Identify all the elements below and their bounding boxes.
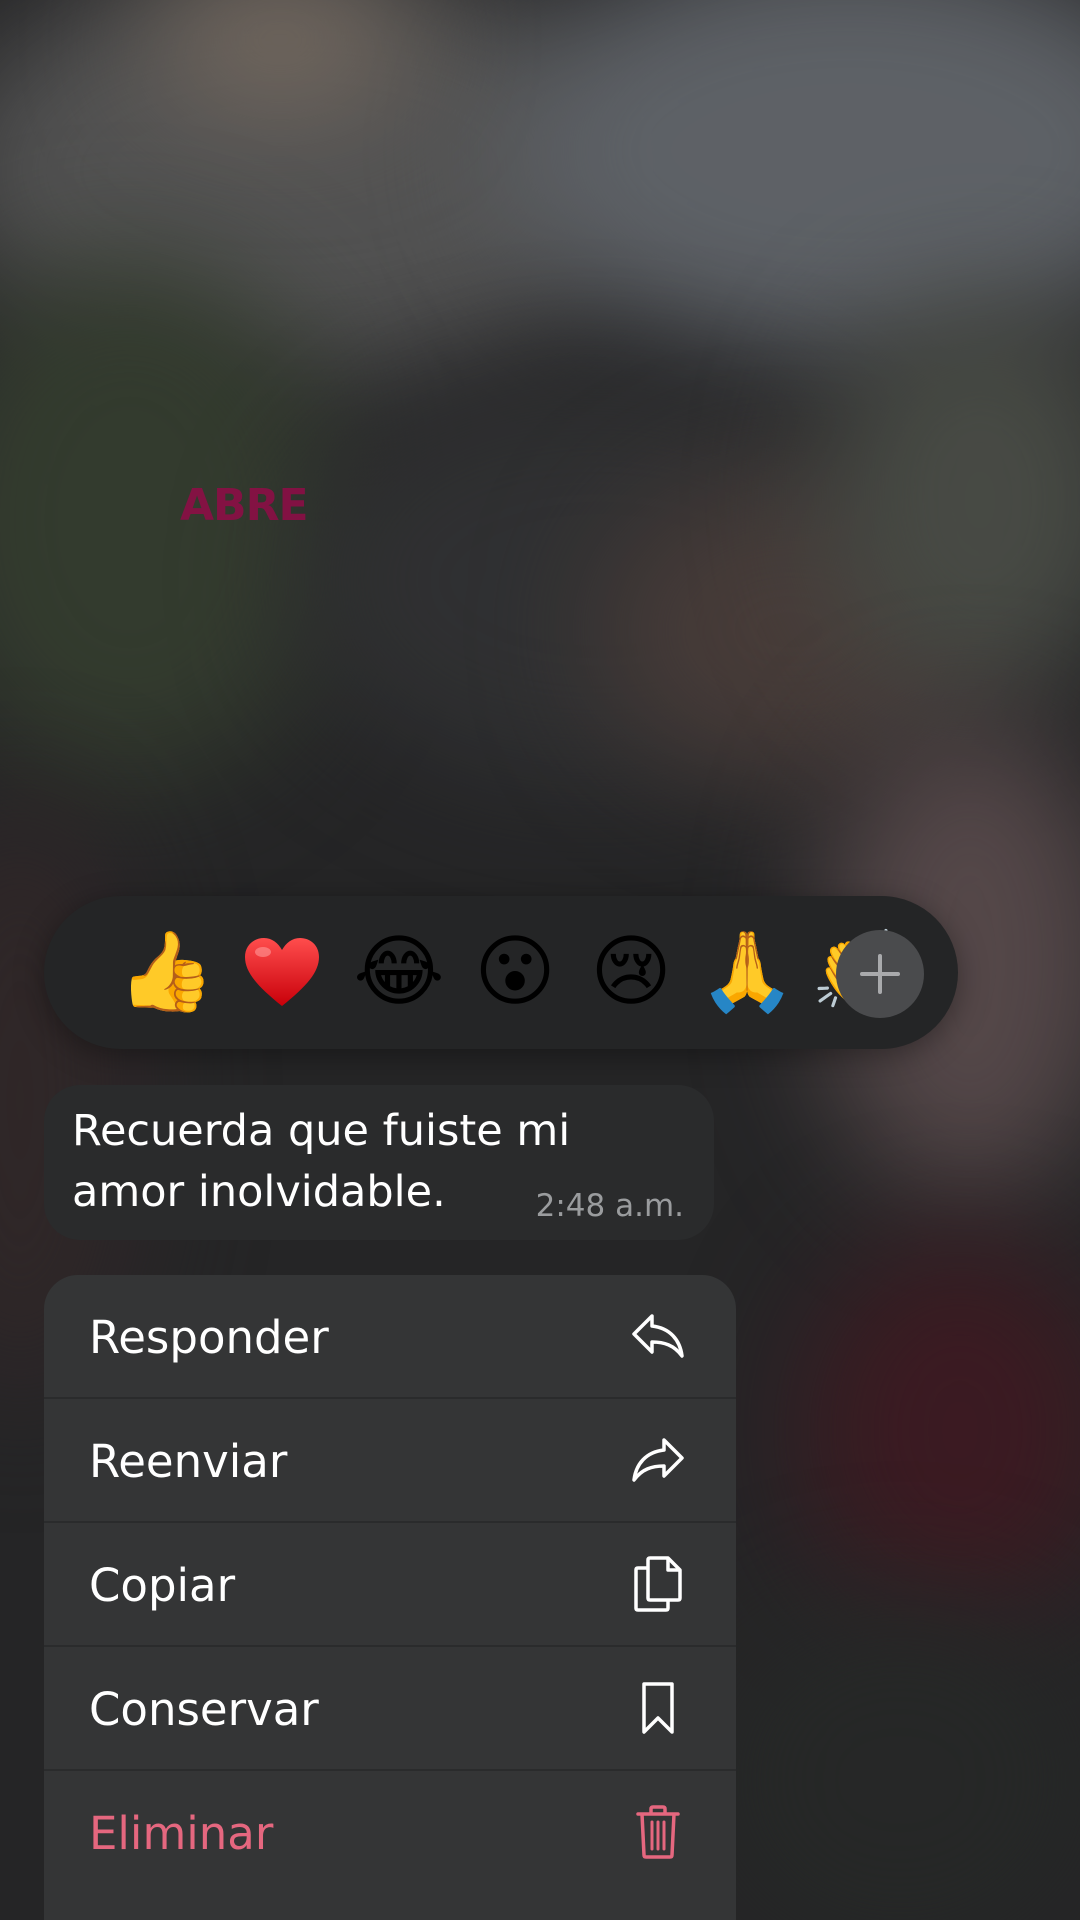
more-reactions-button[interactable] xyxy=(836,930,924,1018)
reaction-bar: 👍 😂 😮 😢 🙏 👏 xyxy=(44,896,958,1049)
delete-menu-item[interactable]: Eliminar xyxy=(44,1771,736,1893)
delete-label: Eliminar xyxy=(89,1807,274,1860)
praying-hands-icon[interactable]: 🙏 xyxy=(697,922,797,1022)
crying-face-icon[interactable]: 😢 xyxy=(581,922,681,1022)
plus-icon xyxy=(860,954,900,994)
message-timestamp: 2:48 a.m. xyxy=(535,1188,684,1224)
forward-menu-item[interactable]: Reenviar xyxy=(44,1399,736,1523)
reply-menu-item[interactable]: Responder xyxy=(44,1275,736,1399)
reply-label: Responder xyxy=(89,1311,329,1364)
surprised-face-icon[interactable]: 😮 xyxy=(465,922,565,1022)
copy-menu-item[interactable]: Copiar xyxy=(44,1523,736,1647)
reply-arrow-icon xyxy=(628,1306,688,1366)
keep-menu-item[interactable]: Conservar xyxy=(44,1647,736,1771)
forward-label: Reenviar xyxy=(89,1435,288,1488)
bookmark-icon xyxy=(628,1678,688,1738)
copy-documents-icon xyxy=(628,1554,688,1614)
trash-icon xyxy=(628,1802,688,1862)
background-label: ABRE xyxy=(180,480,309,531)
message-bubble[interactable]: Recuerda que fuiste mi amor inolvidable.… xyxy=(44,1085,714,1240)
forward-arrow-icon xyxy=(628,1430,688,1490)
heart-icon[interactable] xyxy=(232,922,332,1022)
keep-label: Conservar xyxy=(89,1683,319,1736)
copy-label: Copiar xyxy=(89,1559,236,1612)
laughing-face-icon[interactable]: 😂 xyxy=(349,922,449,1022)
context-menu: Responder Reenviar Copiar Conservar Elim… xyxy=(44,1275,736,1920)
thumbs-up-icon[interactable]: 👍 xyxy=(116,922,216,1022)
